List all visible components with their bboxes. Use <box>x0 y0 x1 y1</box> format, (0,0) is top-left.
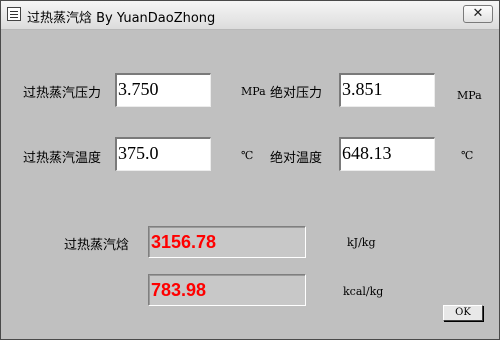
main-window: 过热蒸汽焓 By YuanDaoZhong ✕ 过热蒸汽压力 3.750 MPa… <box>0 0 500 340</box>
close-icon: ✕ <box>472 6 484 21</box>
window-title: 过热蒸汽焓 By YuanDaoZhong <box>27 11 216 26</box>
enthalpy-label: 过热蒸汽焓 <box>64 238 130 253</box>
superheated-temperature-input[interactable]: 375.0 <box>115 137 211 171</box>
absolute-temperature-label: 绝对温度 <box>270 151 323 166</box>
absolute-temperature-unit: ℃ <box>461 149 474 162</box>
enthalpy-kcal-unit: kcal/kg <box>343 285 384 298</box>
enthalpy-kj-unit: kJ/kg <box>347 236 376 249</box>
enthalpy-kj-output: 3156.78 <box>148 226 306 258</box>
superheated-pressure-input[interactable]: 3.750 <box>115 73 211 107</box>
superheated-temperature-label: 过热蒸汽温度 <box>23 151 102 166</box>
ok-button[interactable]: OK <box>443 305 483 321</box>
close-button[interactable]: ✕ <box>463 5 493 23</box>
absolute-pressure-input[interactable]: 3.851 <box>339 73 435 107</box>
app-icon[interactable] <box>7 7 21 21</box>
absolute-pressure-unit: MPa <box>457 89 482 102</box>
superheated-temperature-unit: ℃ <box>241 149 254 162</box>
superheated-pressure-label: 过热蒸汽压力 <box>23 86 102 101</box>
absolute-pressure-label: 绝对压力 <box>270 86 323 101</box>
absolute-temperature-input[interactable]: 648.13 <box>339 137 435 171</box>
superheated-pressure-unit: MPa <box>241 85 266 98</box>
enthalpy-kcal-output: 783.98 <box>148 274 306 306</box>
title-bar[interactable]: 过热蒸汽焓 By YuanDaoZhong ✕ <box>1 1 499 30</box>
